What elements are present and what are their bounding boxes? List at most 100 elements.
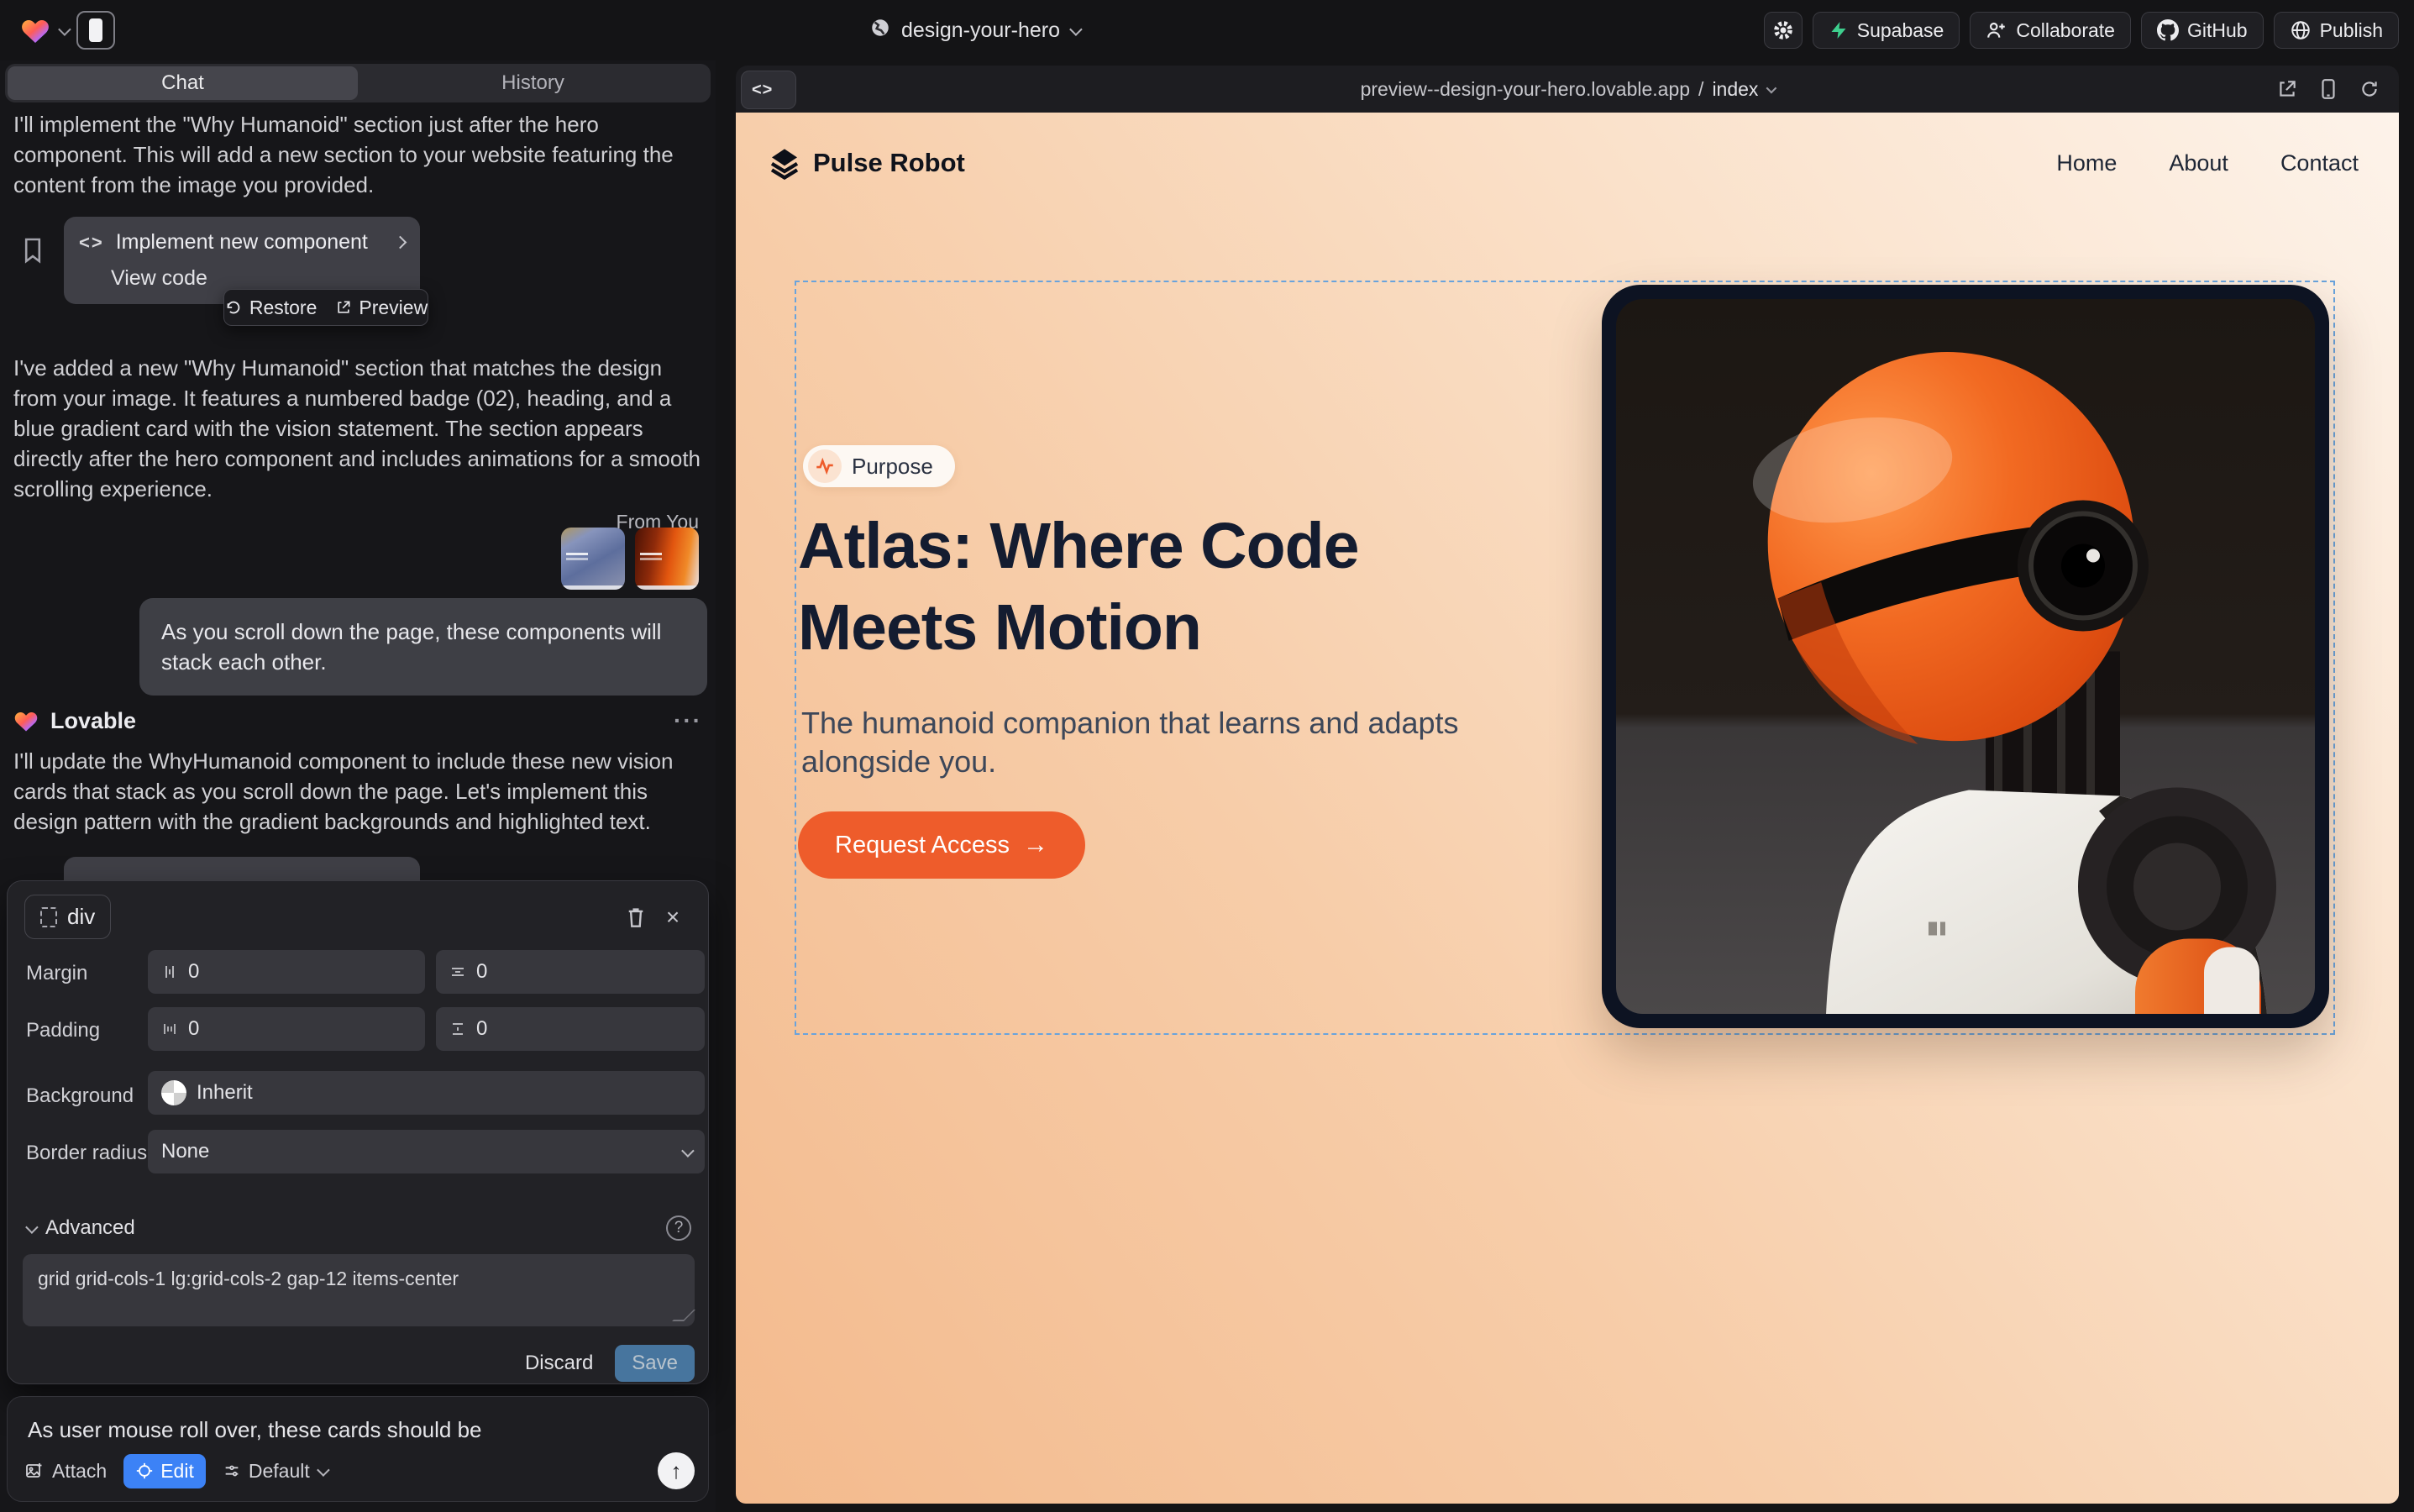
send-button[interactable]: ↑ [658,1452,695,1489]
site-brand[interactable]: Pulse Robot [768,146,965,180]
site-canvas: Pulse Robot Home About Contact Purpose A… [736,113,2399,1504]
help-icon[interactable]: ? [666,1215,691,1241]
github-icon [2157,19,2179,41]
smartphone-icon [2318,78,2338,100]
logo-chevron-down-icon[interactable] [58,23,71,36]
external-link-icon [335,299,352,316]
select-chevron-down-icon [681,1144,695,1158]
margin-x-icon [161,963,178,980]
attach-image-icon [24,1461,45,1481]
view-code-link[interactable]: View code [111,266,405,291]
chat-composer[interactable]: As user mouse roll over, these cards sho… [7,1396,709,1502]
site-nav: Home About Contact [2056,150,2359,176]
tab-chat[interactable]: Chat [8,66,358,100]
component-card-title: Implement new component [116,230,368,255]
attachment-thumbnails [561,528,699,590]
restore-button[interactable]: Restore [224,297,317,319]
element-inspector-panel: div × Margin 0 0 Padding 0 [7,880,709,1384]
close-inspector-button[interactable]: × [654,899,691,936]
preview-url-bar[interactable]: preview--design-your-hero.lovable.app / … [736,66,2399,113]
collaborate-button[interactable]: Collaborate [1970,12,2131,49]
code-icon: <> [79,232,104,254]
project-chevron-down-icon [1069,23,1083,36]
pulse-icon [808,449,842,483]
nav-home[interactable]: Home [2056,150,2117,176]
sliders-icon [223,1462,241,1480]
project-name: design-your-hero [901,18,1060,43]
assistant-header: Lovable ··· [13,707,702,734]
open-in-new-tab-button[interactable] [2276,78,2298,100]
supabase-icon [1829,20,1849,40]
hero-heading: Atlas: Where Code Meets Motion [798,506,1462,669]
user-message: As you scroll down the page, these compo… [139,598,707,696]
advanced-chevron-icon[interactable] [25,1221,39,1234]
padding-y-input[interactable]: 0 [436,1007,705,1051]
assistant-name: Lovable [50,708,136,734]
publish-button[interactable]: Publish [2274,12,2399,49]
padding-y-icon [449,1021,466,1037]
delete-element-button[interactable] [617,899,654,936]
lovable-logo-icon[interactable] [20,16,50,45]
assistant-message-3: I'll update the WhyHumanoid component to… [13,746,695,837]
target-icon [135,1462,154,1480]
nav-about[interactable]: About [2169,150,2228,176]
purpose-badge: Purpose [803,445,955,487]
save-button[interactable]: Save [615,1345,695,1382]
transparency-swatch-icon [161,1080,186,1105]
trash-icon [626,906,646,928]
version-hover-actions: Restore Preview [223,289,428,326]
attachment-thumbnail-1[interactable] [561,528,625,590]
restore-icon [224,298,243,317]
github-button[interactable]: GitHub [2141,12,2264,49]
preview-url: preview--design-your-hero.lovable.app [1361,78,1690,101]
chat-history-tabs: Chat History [5,64,711,102]
toggle-sidebar-button[interactable] [76,11,115,50]
element-tag-chip[interactable]: div [24,895,111,939]
globe-icon [869,17,891,45]
padding-x-icon [161,1021,178,1037]
purpose-badge-label: Purpose [852,454,933,480]
border-radius-label: Border radius [26,1142,147,1165]
publish-globe-icon [2290,19,2312,41]
resize-handle[interactable] [672,1310,695,1321]
assistant-message-1: I'll implement the "Why Humanoid" sectio… [13,109,692,200]
composer-input[interactable]: As user mouse roll over, these cards sho… [28,1417,482,1443]
discard-button[interactable]: Discard [525,1352,593,1375]
settings-button[interactable] [1764,12,1803,49]
path-chevron-down-icon [1766,82,1777,93]
margin-x-input[interactable]: 0 [148,950,425,994]
tab-history[interactable]: History [358,66,708,100]
attach-button[interactable]: Attach [24,1460,107,1483]
hero-robot-image [1602,285,2329,1028]
element-tag: div [67,904,95,930]
advanced-classes-textarea[interactable]: grid grid-cols-1 lg:grid-cols-2 gap-12 i… [23,1254,695,1326]
preview-panel: <> preview--design-your-hero.lovable.app… [736,66,2399,1504]
preview-path: index [1712,78,1758,101]
chat-panel: Chat History I'll implement the "Why Hum… [0,60,716,1512]
model-mode-dropdown[interactable]: Default [223,1460,327,1483]
margin-y-input[interactable]: 0 [436,950,705,994]
project-dropdown[interactable]: design-your-hero [869,0,1079,60]
padding-x-input[interactable]: 0 [148,1007,425,1051]
mode-chevron-down-icon [317,1463,330,1477]
add-user-icon [1986,19,2007,41]
lovable-heart-icon [13,709,39,732]
margin-label: Margin [26,962,87,985]
edit-mode-button[interactable]: Edit [123,1454,206,1488]
nav-contact[interactable]: Contact [2280,150,2359,176]
attachment-thumbnail-2[interactable] [635,528,699,590]
border-radius-select[interactable]: None [148,1130,705,1173]
preview-button[interactable]: Preview [335,297,428,319]
refresh-button[interactable] [2359,78,2380,100]
background-label: Background [26,1084,134,1108]
message-menu-button[interactable]: ··· [674,707,702,734]
bookmark-icon[interactable] [22,237,44,268]
mobile-view-button[interactable] [2318,78,2338,100]
arrow-right-icon: → [1023,831,1048,859]
request-access-button[interactable]: Request Access → [798,811,1085,879]
app-topbar: design-your-hero Supabase Collaborate Gi… [0,0,2414,60]
external-link-icon [2276,78,2298,100]
background-input[interactable]: Inherit [148,1071,705,1115]
supabase-button[interactable]: Supabase [1813,12,1960,49]
padding-label: Padding [26,1019,100,1042]
